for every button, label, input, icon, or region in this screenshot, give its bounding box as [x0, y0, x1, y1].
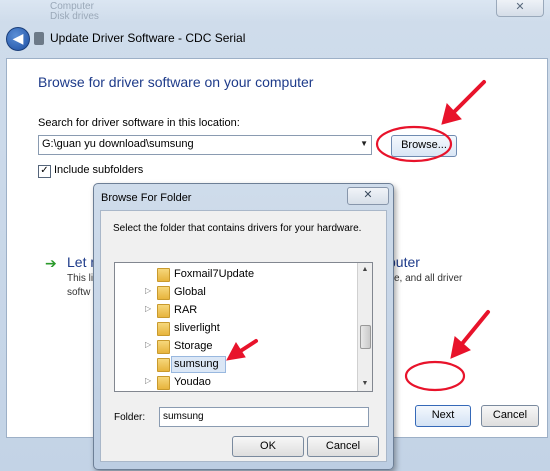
folder-icon	[157, 322, 170, 336]
folder-icon	[157, 340, 170, 354]
tree-item-label: RAR	[174, 304, 198, 316]
search-location-value: G:\guan yu download\sumsung	[42, 138, 194, 150]
let-me-pick-desc-line1: This li	[67, 273, 94, 284]
tree-item-label: Youdao	[174, 376, 211, 388]
next-button[interactable]: Next	[415, 405, 471, 427]
bg-item-disk-drives: Disk drives	[50, 11, 99, 22]
dialog-title: Browse For Folder	[101, 192, 192, 204]
cancel-button[interactable]: Cancel	[481, 405, 539, 427]
tree-item-label: Storage	[174, 340, 213, 352]
background-close-button[interactable]: ✕	[496, 0, 544, 17]
page-heading: Browse for driver software on your compu…	[38, 74, 314, 90]
tree-item[interactable]: ▷ Global	[115, 283, 355, 301]
dialog-body: Select the folder that contains drivers …	[100, 210, 387, 462]
folder-icon	[157, 358, 170, 372]
folder-icon	[157, 304, 170, 318]
search-location-label: Search for driver software in this locat…	[38, 117, 240, 129]
tree-item-selected[interactable]: sumsung	[115, 355, 355, 373]
include-subfolders-label[interactable]: Include subfolders	[54, 164, 143, 176]
tree-item[interactable]: ▷ RAR	[115, 301, 355, 319]
tree-item-label: sliverlight	[174, 322, 220, 334]
dialog-close-button[interactable]: ✕	[347, 187, 389, 205]
folder-icon	[157, 286, 170, 300]
scroll-thumb[interactable]	[360, 325, 371, 349]
device-icon	[34, 32, 44, 45]
tree-item[interactable]: ▷ Storage	[115, 337, 355, 355]
back-arrow-icon[interactable]: ◀	[6, 27, 30, 51]
background-window-strip: Computer Disk drives ✕	[0, 0, 550, 22]
wizard-title: Update Driver Software - CDC Serial	[50, 31, 246, 45]
dialog-cancel-button[interactable]: Cancel	[307, 436, 379, 457]
search-location-combobox[interactable]: G:\guan yu download\sumsung ▼	[38, 135, 372, 155]
tree-expander-icon[interactable]: ▷	[145, 286, 151, 295]
dialog-instruction: Select the folder that contains drivers …	[113, 223, 362, 234]
tree-item-label: Global	[174, 286, 206, 298]
ok-button[interactable]: OK	[232, 436, 304, 457]
tree-item-label: sumsung	[174, 358, 219, 370]
tree-item[interactable]: sliverlight	[115, 319, 355, 337]
browse-for-folder-dialog: Browse For Folder ✕ Select the folder th…	[93, 183, 394, 470]
folder-icon	[157, 268, 170, 282]
browse-button[interactable]: Browse...	[391, 135, 457, 157]
green-arrow-icon: ➔	[45, 255, 57, 271]
let-me-pick-desc-end: e, and all driver	[394, 273, 463, 284]
tree-item[interactable]: Foxmail7Update	[115, 265, 355, 283]
let-me-pick-desc-line2: softw	[67, 287, 91, 298]
tree-item-label: Foxmail7Update	[174, 268, 255, 280]
tree-expander-icon[interactable]: ▷	[145, 304, 151, 313]
tree-expander-icon[interactable]: ▷	[145, 376, 151, 385]
tree-expander-icon[interactable]: ▷	[145, 340, 151, 349]
include-subfolders-checkbox[interactable]: ✓	[38, 165, 51, 178]
folder-tree[interactable]: Foxmail7Update ▷ Global ▷ RAR sliverligh…	[114, 262, 373, 392]
folder-field-label: Folder:	[114, 412, 146, 423]
scroll-down-icon[interactable]: ▼	[358, 377, 372, 391]
folder-field[interactable]: sumsung	[159, 407, 369, 427]
tree-item[interactable]: ▷ Youdao	[115, 373, 355, 391]
scroll-up-icon[interactable]: ▲	[358, 263, 372, 277]
tree-scrollbar[interactable]: ▲ ▼	[357, 263, 372, 391]
dropdown-arrow-icon[interactable]: ▼	[360, 139, 368, 148]
folder-icon	[157, 376, 170, 390]
wizard-titlebar: ◀ Update Driver Software - CDC Serial	[0, 22, 550, 56]
